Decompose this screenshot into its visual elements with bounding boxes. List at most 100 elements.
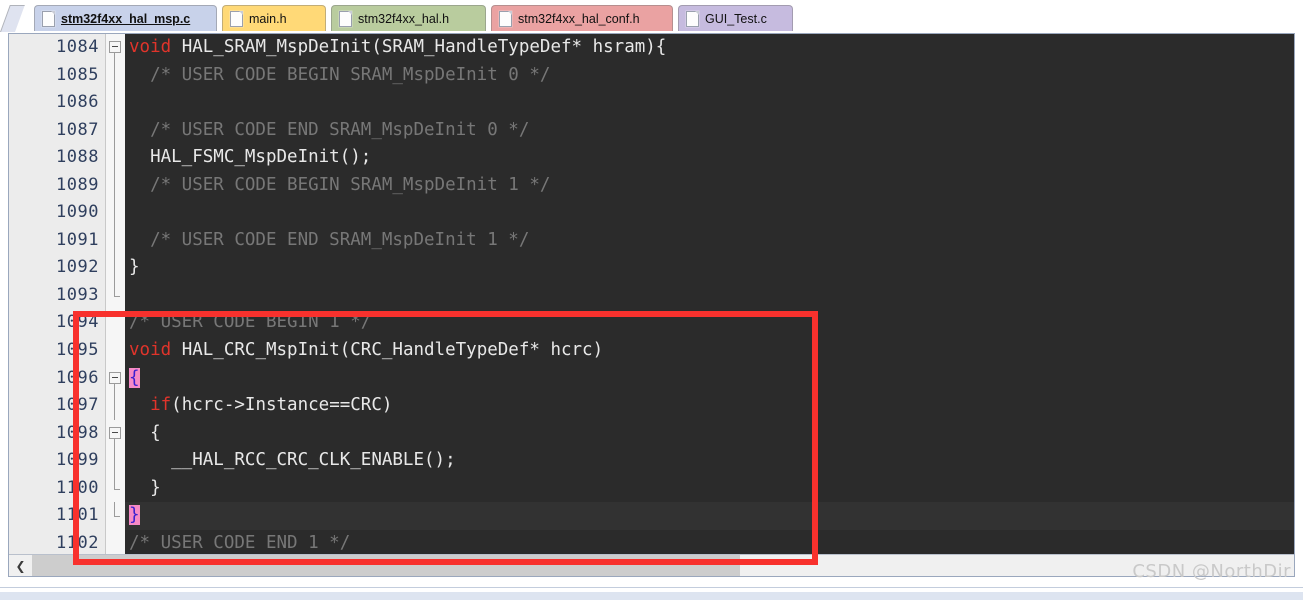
- fold-guide-line: [114, 144, 115, 172]
- matched-brace-highlight: }: [129, 505, 140, 526]
- fold-end-marker: [114, 295, 120, 297]
- code-line[interactable]: /* USER CODE BEGIN 1 */: [125, 309, 1294, 337]
- fold-row[interactable]: [106, 502, 125, 530]
- file-document-icon: [686, 10, 699, 27]
- fold-guide-line: [114, 116, 115, 145]
- code-line[interactable]: {: [125, 365, 1294, 393]
- code-line[interactable]: void HAL_CRC_MspInit(CRC_HandleTypeDef* …: [125, 337, 1294, 365]
- fold-row[interactable]: [106, 254, 125, 282]
- code-identifier: __HAL_RCC_CRC_CLK_ENABLE();: [129, 450, 456, 471]
- editor-tab-label: GUI_Test.c: [705, 11, 767, 26]
- fold-row[interactable]: [106, 226, 125, 255]
- fold-row[interactable]: [106, 392, 125, 420]
- fold-row[interactable]: [106, 281, 125, 310]
- code-comment: /* USER CODE BEGIN 1 */: [129, 312, 372, 333]
- code-comment: /* USER CODE BEGIN SRAM_MspDeInit 1 */: [129, 174, 551, 195]
- editor-viewport[interactable]: 1084 1085 1086 1087 1088 1089 1090 1091 1092 1093…: [9, 34, 1294, 555]
- code-line[interactable]: void HAL_SRAM_MspDeInit(SRAM_HandleTypeD…: [125, 34, 1294, 62]
- fold-row[interactable]: [106, 199, 125, 227]
- code-line[interactable]: __HAL_RCC_CRC_CLK_ENABLE();: [125, 447, 1294, 475]
- fold-row[interactable]: [106, 337, 125, 365]
- code-comment: /* USER CODE END SRAM_MspDeInit 1 */: [129, 229, 530, 250]
- editor-tab-stm32f4xx-hal-h[interactable]: stm32f4xx_hal.h: [331, 5, 486, 31]
- code-keyword: void: [129, 340, 172, 361]
- fold-row[interactable]: [106, 116, 125, 145]
- code-line[interactable]: {: [125, 420, 1294, 448]
- fold-collapse-icon[interactable]: [109, 41, 121, 53]
- window-bottom-edge: [0, 587, 1303, 600]
- line-number: 1094: [56, 312, 99, 333]
- fold-row[interactable]: [106, 365, 125, 393]
- fold-guide-line: [114, 502, 115, 517]
- code-line[interactable]: }: [125, 502, 1294, 530]
- line-number: 1088: [56, 147, 99, 168]
- file-document-icon: [42, 10, 55, 27]
- fold-row[interactable]: [106, 420, 125, 448]
- fold-row[interactable]: [106, 530, 125, 555]
- code-line[interactable]: /* USER CODE END 1 */: [125, 530, 1294, 555]
- editor-tab-gui-test-c[interactable]: GUI_Test.c: [678, 5, 793, 31]
- code-identifier: [129, 395, 150, 415]
- code-comment: /* USER CODE END 1 */: [129, 532, 351, 553]
- code-line[interactable]: }: [125, 254, 1294, 282]
- editor-tab-main-h[interactable]: main.h: [222, 5, 326, 31]
- code-line[interactable]: /* USER CODE END SRAM_MspDeInit 0 */: [125, 117, 1294, 145]
- fold-row[interactable]: [106, 61, 125, 90]
- line-number: 1093: [56, 284, 99, 305]
- code-line[interactable]: /* USER CODE END SRAM_MspDeInit 1 */: [125, 227, 1294, 255]
- scroll-left-arrow-icon[interactable]: ❮: [9, 555, 32, 576]
- fold-collapse-icon[interactable]: [109, 426, 121, 439]
- code-line[interactable]: [125, 282, 1294, 310]
- fold-row[interactable]: [106, 144, 125, 172]
- code-line[interactable]: [125, 89, 1294, 117]
- fold-row[interactable]: [106, 34, 125, 62]
- fold-end-marker: [114, 516, 120, 518]
- code-line[interactable]: [125, 199, 1294, 227]
- editor-tab-label: stm32f4xx_hal.h: [358, 11, 450, 26]
- horizontal-scrollbar-track[interactable]: [32, 555, 1294, 576]
- fold-collapse-icon[interactable]: [109, 371, 121, 384]
- horizontal-scrollbar-thumb[interactable]: [32, 555, 740, 576]
- code-folding-margin[interactable]: [106, 34, 125, 555]
- watermark-label: CSDN @NorthDir: [1132, 561, 1291, 582]
- code-keyword: void: [129, 37, 172, 57]
- code-line[interactable]: }: [125, 475, 1294, 503]
- code-line[interactable]: /* USER CODE BEGIN SRAM_MspDeInit 1 */: [125, 172, 1294, 200]
- file-document-icon: [499, 10, 512, 27]
- line-number: 1092: [56, 257, 99, 278]
- fold-row[interactable]: [106, 447, 125, 475]
- editor-tab-label: stm32f4xx_hal_msp.c: [61, 11, 191, 26]
- line-number: 1099: [56, 450, 99, 471]
- fold-guide-line: [114, 392, 115, 420]
- line-number: 1084: [56, 37, 99, 57]
- code-identifier: HAL_CRC_MspInit(CRC_HandleTypeDef* hcrc): [171, 340, 604, 361]
- code-line[interactable]: HAL_FSMC_MspDeInit();: [125, 144, 1294, 172]
- code-comment: /* USER CODE BEGIN SRAM_MspDeInit 0 */: [129, 64, 551, 85]
- code-comment: /* USER CODE END SRAM_MspDeInit 0 */: [129, 119, 530, 140]
- fold-guide-line: [114, 226, 115, 255]
- code-identifier: HAL_FSMC_MspDeInit();: [129, 147, 372, 168]
- editor-tab-stm32f4xx-hal-msp-c[interactable]: stm32f4xx_hal_msp.c: [34, 5, 217, 31]
- line-number: 1087: [56, 119, 99, 140]
- line-number: 1085: [56, 64, 99, 85]
- code-line[interactable]: if(hcrc->Instance==CRC): [125, 392, 1294, 420]
- fold-guide-line: [114, 254, 115, 282]
- fold-row[interactable]: [106, 474, 125, 503]
- line-number: 1098: [56, 422, 99, 443]
- editor-tab-bar: stm32f4xx_hal_msp.c main.h stm32f4xx_hal.h…: [0, 0, 1303, 33]
- fold-row[interactable]: [106, 89, 125, 117]
- line-number: 1097: [56, 395, 99, 416]
- code-keyword: if: [150, 395, 172, 416]
- line-number: 1096: [56, 367, 99, 388]
- code-identifier: (hcrc->Instance==CRC): [171, 395, 393, 416]
- editor-tab-label: main.h: [249, 11, 287, 26]
- code-text-area[interactable]: void HAL_SRAM_MspDeInit(SRAM_HandleTypeD…: [125, 34, 1294, 555]
- fold-row[interactable]: [106, 171, 125, 200]
- line-number: 1095: [56, 340, 99, 361]
- code-line[interactable]: /* USER CODE BEGIN SRAM_MspDeInit 0 */: [125, 62, 1294, 90]
- editor-tab-stm32f4xx-hal-conf-h[interactable]: stm32f4xx_hal_conf.h: [491, 5, 673, 31]
- code-identifier: }: [129, 477, 161, 498]
- horizontal-scrollbar[interactable]: ❮: [9, 554, 1294, 576]
- fold-row[interactable]: [106, 309, 125, 337]
- code-editor[interactable]: 1084 1085 1086 1087 1088 1089 1090 1091 1092 1093…: [8, 33, 1295, 577]
